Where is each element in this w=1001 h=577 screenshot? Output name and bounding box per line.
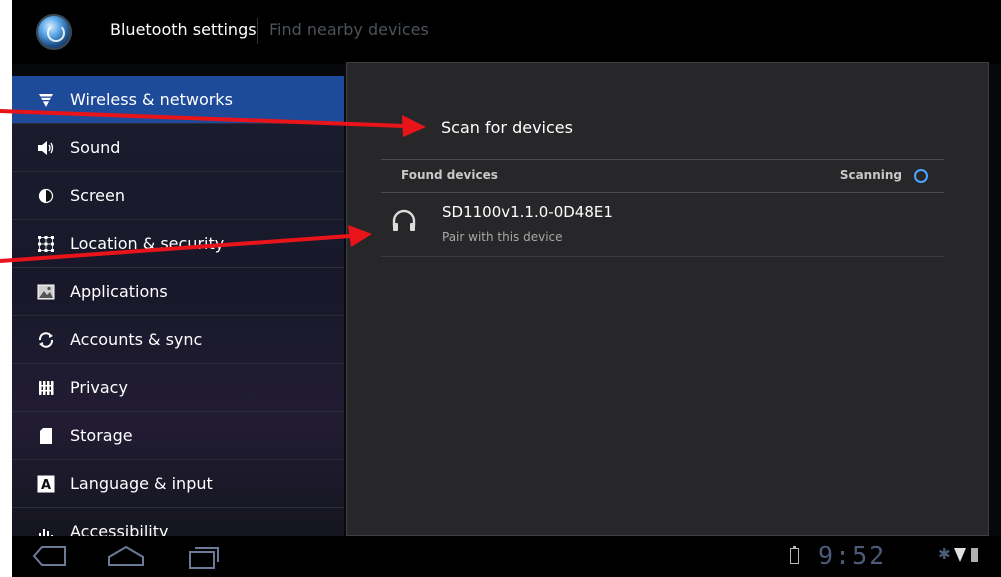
- sync-icon: [37, 331, 55, 349]
- scanning-status: Scanning: [839, 168, 902, 182]
- brightness-icon: [37, 187, 55, 205]
- sidebar-item-location-security[interactable]: Location & security: [12, 220, 344, 268]
- svg-text:A: A: [41, 478, 51, 493]
- bluetooth-devices-panel: Scan for devices Found devices Scanning …: [346, 62, 989, 536]
- system-bar: 9:52 ✱: [12, 536, 1001, 577]
- title-divider: [257, 18, 258, 44]
- wifi-status-icon: [954, 548, 966, 562]
- find-nearby-devices-tab[interactable]: Find nearby devices: [269, 20, 429, 39]
- sidebar-item-storage[interactable]: Storage: [12, 412, 344, 460]
- privacy-icon: [37, 379, 55, 397]
- sidebar-item-screen[interactable]: Screen: [12, 172, 344, 220]
- sidebar-item-label: Accessibility: [70, 522, 169, 536]
- speaker-icon: [37, 139, 55, 157]
- device-list-item[interactable]: SD1100v1.1.0-0D48E1 Pair with this devic…: [381, 193, 944, 257]
- sidebar-item-accounts-sync[interactable]: Accounts & sync: [12, 316, 344, 364]
- page-title: Bluetooth settings: [110, 20, 257, 39]
- back-icon[interactable]: [32, 544, 68, 568]
- scanning-spinner-icon: [914, 169, 928, 183]
- tablet-screen: Bluetooth settings Find nearby devices W…: [12, 0, 1001, 577]
- sidebar-item-label: Screen: [70, 186, 126, 205]
- sidebar-item-label: Accounts & sync: [70, 330, 203, 349]
- home-icon[interactable]: [106, 544, 146, 568]
- keyboard-a-icon: A: [37, 475, 55, 493]
- wifi-icon: [37, 91, 55, 109]
- location-grid-icon: [37, 235, 55, 253]
- found-devices-header: Found devices Scanning: [381, 159, 944, 193]
- battery-status-icon: [971, 548, 978, 562]
- sd-card-icon: [37, 427, 55, 445]
- accessibility-icon: [37, 523, 55, 536]
- settings-sidebar[interactable]: Wireless & networks Sound Screen Locatio…: [12, 76, 344, 536]
- sidebar-item-label: Privacy: [70, 378, 128, 397]
- sidebar-item-language-input[interactable]: A Language & input: [12, 460, 344, 508]
- settings-app-icon[interactable]: [36, 14, 72, 50]
- recent-apps-icon[interactable]: [187, 544, 221, 570]
- battery-icon: [790, 546, 799, 564]
- sidebar-item-accessibility[interactable]: Accessibility: [12, 508, 344, 536]
- bluetooth-status-icon: ✱: [938, 545, 951, 563]
- device-pair-hint: Pair with this device: [442, 230, 563, 244]
- sidebar-item-label: Sound: [70, 138, 121, 157]
- sidebar-item-label: Applications: [70, 282, 168, 301]
- sidebar-item-label: Storage: [70, 426, 133, 445]
- sidebar-item-sound[interactable]: Sound: [12, 124, 344, 172]
- sidebar-item-privacy[interactable]: Privacy: [12, 364, 344, 412]
- sidebar-item-label: Wireless & networks: [70, 90, 233, 109]
- sidebar-item-label: Location & security: [70, 234, 225, 253]
- headphones-icon: [392, 209, 416, 231]
- sidebar-item-label: Language & input: [70, 474, 213, 493]
- applications-icon: [37, 283, 55, 301]
- found-devices-label: Found devices: [401, 168, 498, 182]
- clock: 9:52: [818, 541, 887, 570]
- device-name: SD1100v1.1.0-0D48E1: [442, 203, 613, 221]
- sidebar-item-wireless[interactable]: Wireless & networks: [12, 76, 344, 124]
- action-bar: Bluetooth settings Find nearby devices: [12, 0, 1001, 64]
- sidebar-item-applications[interactable]: Applications: [12, 268, 344, 316]
- scan-for-devices-button[interactable]: Scan for devices: [441, 118, 573, 137]
